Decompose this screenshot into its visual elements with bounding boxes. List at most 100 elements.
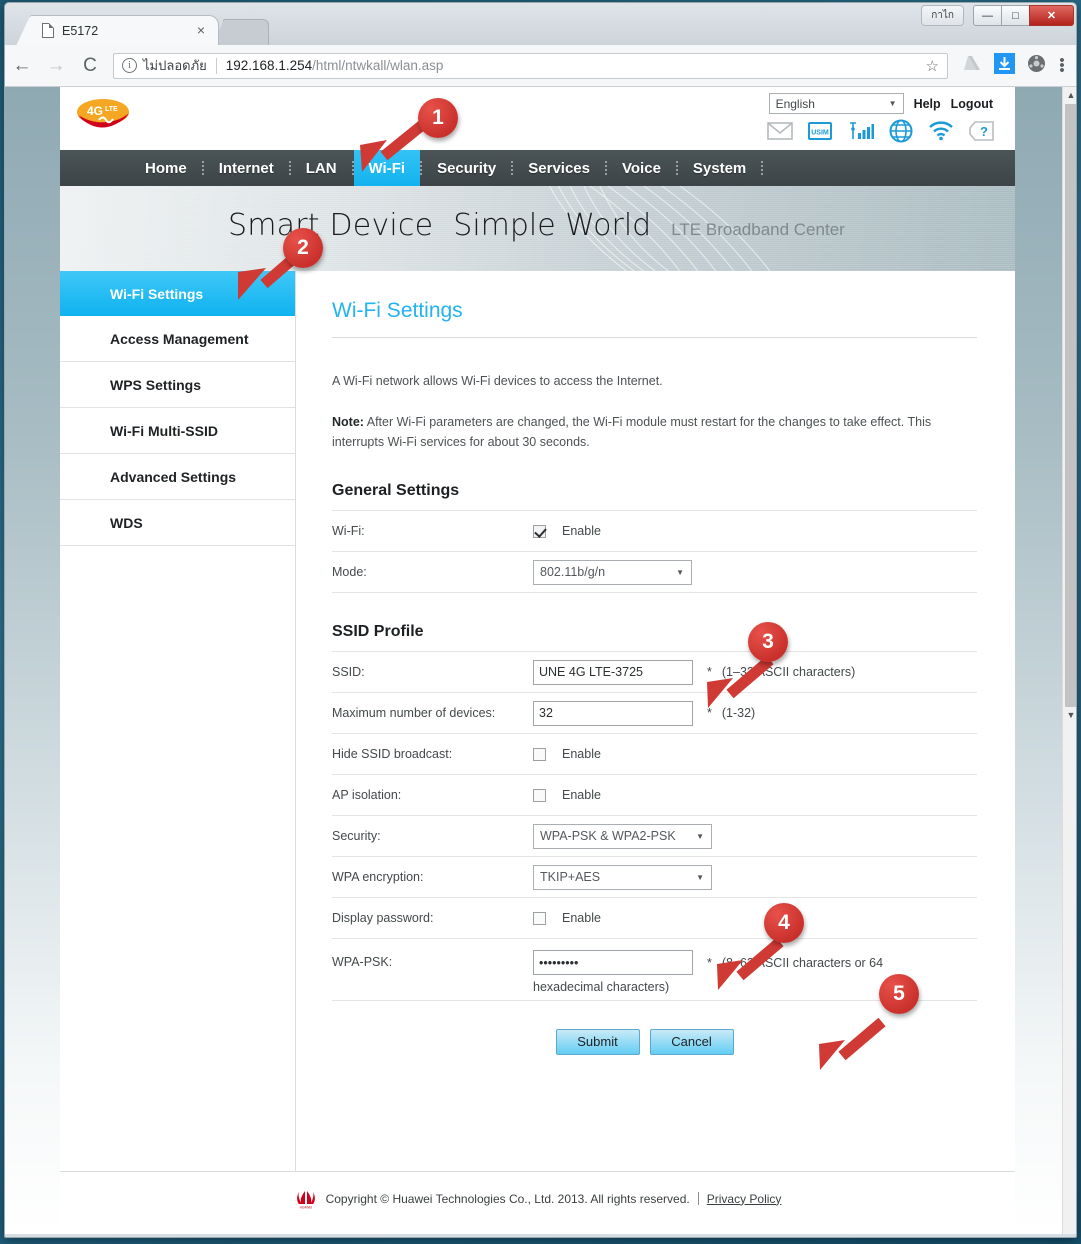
help-icon[interactable]: ? bbox=[969, 119, 995, 143]
hide-ssid-label: Hide SSID broadcast: bbox=[332, 747, 453, 762]
wifi-enable-label: Enable bbox=[562, 524, 601, 539]
wpa-psk-input[interactable] bbox=[533, 950, 693, 976]
privacy-policy-link[interactable]: Privacy Policy bbox=[707, 1192, 782, 1206]
url-text: 192.168.1.254/html/ntwkall/wlan.asp bbox=[226, 58, 444, 73]
banner-subtitle: LTE Broadband Center bbox=[671, 220, 845, 239]
ime-language-button[interactable]: กาไก bbox=[921, 5, 964, 26]
maximize-button[interactable]: □ bbox=[1001, 5, 1030, 26]
annotation-marker-5: 5 bbox=[879, 974, 919, 1014]
security-select[interactable]: WPA-PSK & WPA2-PSK ▼ bbox=[533, 823, 712, 849]
form-row-hide-ssid: Hide SSID broadcast: Enable bbox=[332, 733, 977, 774]
usim-icon[interactable]: USIM bbox=[808, 119, 832, 143]
help-link[interactable]: Help bbox=[914, 97, 941, 111]
sidebar-item-access-management[interactable]: Access Management bbox=[60, 316, 295, 362]
annotation-marker-4: 4 bbox=[764, 903, 804, 943]
wpa-encryption-select[interactable]: TKIP+AES ▼ bbox=[533, 864, 712, 890]
info-icon[interactable]: i bbox=[122, 58, 137, 73]
status-icon-row: USIM ? bbox=[767, 119, 995, 143]
hide-ssid-checkbox[interactable] bbox=[533, 747, 546, 761]
svg-text:HUAWEI: HUAWEI bbox=[299, 1205, 312, 1209]
sidebar-item-wifi-multi-ssid[interactable]: Wi-Fi Multi-SSID bbox=[60, 408, 295, 454]
page-viewport: 4G LTE English ▼ Help Logout USIM ? Home… bbox=[5, 87, 1076, 1234]
form-row-display-password: Display password: Enable bbox=[332, 897, 977, 938]
nav-item-system[interactable]: System bbox=[678, 150, 761, 186]
scroll-up-icon[interactable]: ▲ bbox=[1063, 87, 1076, 103]
form-row-wpa-encryption: WPA encryption: TKIP+AES ▼ bbox=[332, 856, 977, 897]
mode-control: 802.11b/g/n ▼ bbox=[533, 559, 692, 585]
url-host: 192.168.1.254 bbox=[225, 58, 313, 73]
header-controls: English ▼ Help Logout bbox=[768, 93, 993, 114]
language-select[interactable]: English ▼ bbox=[768, 93, 904, 114]
max-devices-label: Maximum number of devices: bbox=[332, 706, 496, 721]
nav-item-home[interactable]: Home bbox=[130, 150, 202, 186]
window-controls: กาไก — □ ✕ bbox=[921, 5, 1074, 26]
google-drive-icon[interactable] bbox=[956, 55, 988, 77]
max-devices-input[interactable] bbox=[533, 700, 693, 726]
page-scrollbar[interactable]: ▲ ▼ bbox=[1062, 87, 1076, 1234]
note-label: Note: bbox=[332, 415, 364, 430]
browser-menu-icon[interactable]: • • • bbox=[1052, 53, 1076, 78]
title-divider bbox=[332, 337, 977, 338]
signal-icon bbox=[847, 119, 874, 143]
huawei-logo: HUAWEI bbox=[294, 1189, 318, 1209]
ap-isolation-checkbox[interactable] bbox=[533, 788, 546, 802]
back-icon[interactable]: ← bbox=[5, 55, 39, 77]
globe-icon[interactable] bbox=[889, 119, 913, 143]
chevron-down-icon: ▼ bbox=[696, 831, 704, 841]
scroll-down-icon[interactable]: ▼ bbox=[1063, 707, 1076, 723]
ap-isolation-enable-label: Enable bbox=[562, 788, 601, 803]
hide-ssid-enable-label: Enable bbox=[562, 747, 601, 762]
form-row-max-devices: Maximum number of devices: *(1-32) bbox=[332, 692, 977, 733]
copyright-text: Copyright © Huawei Technologies Co., Ltd… bbox=[325, 1191, 690, 1206]
wifi-control: Enable bbox=[533, 524, 601, 538]
browser-tab[interactable]: E5172 × bbox=[16, 15, 219, 46]
wifi-label: Wi-Fi: bbox=[332, 524, 365, 539]
nav-item-services[interactable]: Services bbox=[513, 150, 605, 186]
minimize-button[interactable]: — bbox=[973, 5, 1002, 26]
router-page-header: 4G LTE English ▼ Help Logout USIM ? bbox=[60, 87, 1015, 150]
nav-item-lan[interactable]: LAN bbox=[291, 150, 352, 186]
svg-text:USIM: USIM bbox=[811, 130, 829, 137]
omnibox-divider bbox=[215, 57, 217, 74]
extension-icon[interactable] bbox=[1020, 54, 1052, 77]
wifi-icon[interactable] bbox=[928, 119, 954, 143]
sidebar-item-wds[interactable]: WDS bbox=[60, 500, 295, 546]
form-row-ssid: SSID: *(1–32 ASCII characters) bbox=[332, 651, 977, 692]
nav-item-internet[interactable]: Internet bbox=[204, 150, 289, 186]
sidebar-item-advanced-settings[interactable]: Advanced Settings bbox=[60, 454, 295, 500]
tab-strip: E5172 × กาไก — □ ✕ bbox=[5, 3, 1076, 46]
reload-icon[interactable]: C bbox=[73, 55, 107, 77]
wifi-enable-checkbox[interactable] bbox=[533, 524, 546, 538]
ssid-label: SSID: bbox=[332, 665, 365, 680]
chevron-down-icon: ▼ bbox=[696, 872, 704, 882]
wpa-encryption-label: WPA encryption: bbox=[332, 870, 424, 885]
close-tab-icon[interactable]: × bbox=[194, 23, 208, 38]
address-bar[interactable]: i ไม่ปลอดภัย 192.168.1.254/html/ntwkall/… bbox=[113, 52, 948, 79]
cancel-button[interactable]: Cancel bbox=[649, 1029, 734, 1056]
page-title: Wi-Fi Settings bbox=[332, 299, 463, 322]
nav-item-voice[interactable]: Voice bbox=[607, 150, 676, 186]
display-password-checkbox[interactable] bbox=[533, 911, 546, 925]
page-footer: HUAWEI Copyright © Huawei Technologies C… bbox=[60, 1171, 1015, 1225]
scrollbar-thumb[interactable] bbox=[1065, 104, 1076, 707]
annotation-marker-1: 1 bbox=[418, 98, 458, 138]
forward-icon[interactable]: → bbox=[39, 55, 73, 77]
ssid-input[interactable] bbox=[533, 659, 693, 685]
main-navigation: Home Internet LAN Wi-Fi Security Service… bbox=[60, 150, 1015, 186]
hide-ssid-control: Enable bbox=[533, 747, 601, 761]
tab-title: E5172 bbox=[62, 23, 99, 38]
ssid-control: *(1–32 ASCII characters) bbox=[533, 659, 855, 685]
display-password-label: Display password: bbox=[332, 911, 434, 926]
mode-select[interactable]: 802.11b/g/n ▼ bbox=[533, 559, 692, 585]
browser-toolbar: ← → C i ไม่ปลอดภัย 192.168.1.254/html/nt… bbox=[5, 45, 1076, 87]
bookmark-star-icon[interactable]: ☆ bbox=[926, 57, 939, 75]
close-window-button[interactable]: ✕ bbox=[1029, 5, 1074, 26]
submit-button[interactable]: Submit bbox=[555, 1029, 640, 1056]
sidebar-item-wps-settings[interactable]: WPS Settings bbox=[60, 362, 295, 408]
ap-isolation-label: AP isolation: bbox=[332, 788, 402, 803]
new-tab-button[interactable] bbox=[212, 19, 269, 46]
download-icon[interactable] bbox=[988, 53, 1020, 78]
mail-icon[interactable] bbox=[767, 119, 793, 143]
logout-link[interactable]: Logout bbox=[951, 97, 993, 111]
carrier-logo: 4G LTE bbox=[73, 94, 133, 140]
